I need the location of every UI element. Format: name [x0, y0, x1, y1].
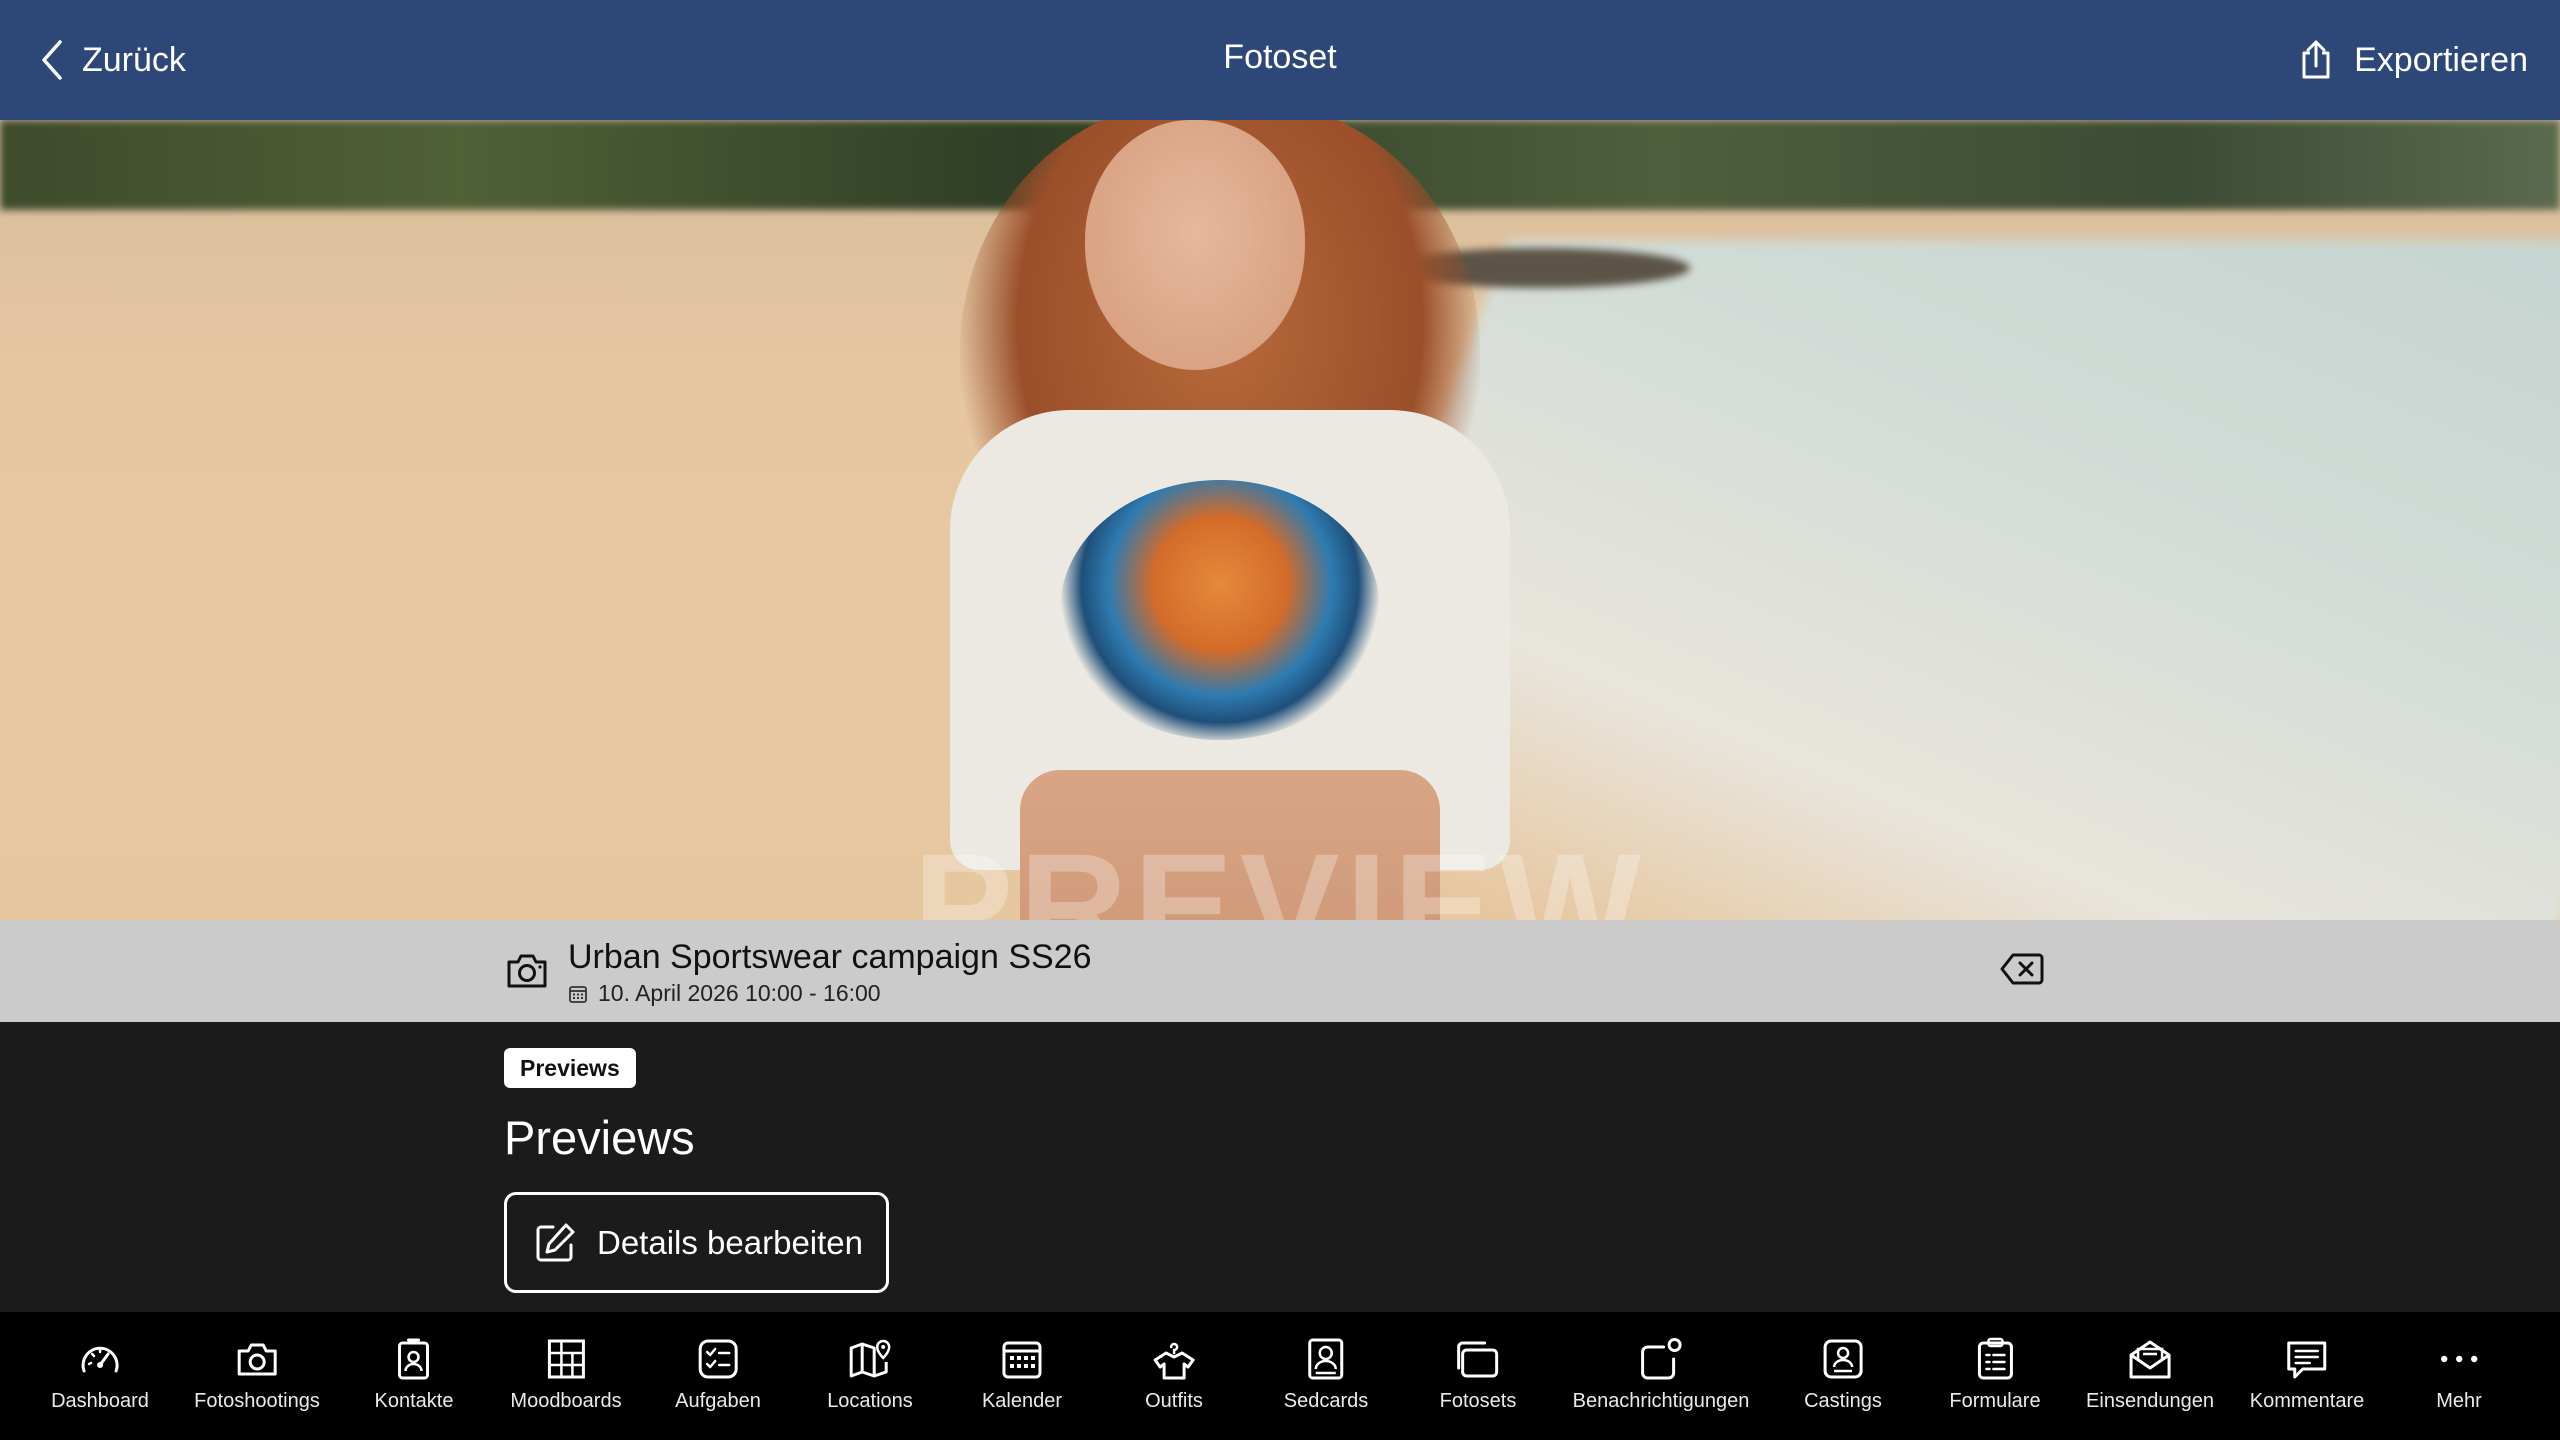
tab-label: Kommentare: [2249, 1390, 2365, 1412]
back-button[interactable]: Zurück: [40, 30, 186, 90]
comment-icon: [2285, 1336, 2329, 1382]
photo-shirt-print: [1060, 480, 1380, 740]
bottom-tab-bar: Dashboard Fotoshootings Kontakte Moodboa…: [0, 1312, 2560, 1440]
casting-badge-icon: [1822, 1336, 1864, 1382]
tab-label: Aufgaben: [675, 1390, 761, 1412]
tab-dashboard[interactable]: Dashboard: [51, 1312, 149, 1440]
tab-label: Kalender: [981, 1390, 1063, 1412]
shooting-date: 10. April 2026 10:00 - 16:00: [598, 980, 881, 1006]
tab-label: Fotosets: [1439, 1390, 1517, 1412]
tab-kontakte[interactable]: Kontakte: [374, 1312, 454, 1440]
photo-model-face: [1085, 120, 1305, 370]
tab-outfits[interactable]: Outfits: [1145, 1312, 1203, 1440]
tab-formulare[interactable]: Formulare: [1949, 1312, 2041, 1440]
tab-label: Formulare: [1949, 1390, 2041, 1412]
tab-label: Kontakte: [374, 1390, 454, 1412]
back-label: Zurück: [82, 40, 186, 79]
tab-sedcards[interactable]: Sedcards: [1283, 1312, 1369, 1440]
tab-label: Fotoshootings: [194, 1390, 320, 1412]
shooting-name: Urban Sportswear campaign SS26: [568, 938, 1092, 976]
shirt-hanger-icon: [1151, 1336, 1197, 1382]
map-pin-icon: [848, 1336, 892, 1382]
fotoset-details: Previews Previews Details bearbeiten: [0, 1022, 2560, 1312]
clipboard-form-icon: [1976, 1336, 2014, 1382]
photo-preview[interactable]: PREVIEW: [0, 120, 2560, 920]
photo-stack-icon: [1455, 1336, 1501, 1382]
export-button[interactable]: Exportieren: [2298, 30, 2528, 90]
tab-label: Einsendungen: [2086, 1390, 2214, 1412]
tab-kalender[interactable]: Kalender: [982, 1312, 1062, 1440]
tab-label: Moodboards: [510, 1390, 622, 1412]
envelope-open-icon: [2127, 1336, 2173, 1382]
chevron-left-icon: [40, 39, 64, 81]
tab-label: Dashboard: [51, 1390, 149, 1412]
calendar-small-icon: [568, 984, 588, 1004]
tab-moodboards[interactable]: Moodboards: [510, 1312, 622, 1440]
page-title: Fotoset: [1223, 38, 1337, 76]
checklist-icon: [697, 1336, 739, 1382]
tab-fotosets[interactable]: Fotosets: [1439, 1312, 1517, 1440]
preview-watermark: PREVIEW: [913, 822, 1647, 920]
status-badge: Previews: [504, 1048, 636, 1088]
calendar-icon: [1001, 1336, 1043, 1382]
export-label: Exportieren: [2354, 40, 2528, 79]
remove-shooting-icon[interactable]: [2000, 952, 2044, 986]
tab-castings[interactable]: Castings: [1804, 1312, 1882, 1440]
tab-kommentare[interactable]: Kommentare: [2249, 1312, 2365, 1440]
camera-icon: [505, 950, 549, 990]
gauge-icon: [78, 1336, 122, 1382]
shooting-date-row: 10. April 2026 10:00 - 16:00: [568, 980, 881, 1007]
share-icon: [2298, 39, 2334, 81]
portrait-card-icon: [1307, 1336, 1345, 1382]
tab-label: Outfits: [1145, 1390, 1203, 1412]
tab-label: Castings: [1804, 1390, 1882, 1412]
shooting-info-bar[interactable]: Urban Sportswear campaign SS26 10. April…: [0, 920, 2560, 1022]
tab-locations[interactable]: Locations: [827, 1312, 913, 1440]
camera-icon: [235, 1336, 279, 1382]
tab-fotoshootings[interactable]: Fotoshootings: [194, 1312, 320, 1440]
fotoset-heading: Previews: [504, 1111, 695, 1164]
tab-label: Mehr: [2436, 1390, 2482, 1412]
tab-benachrichtigungen[interactable]: Benachrichtigungen: [1572, 1312, 1750, 1440]
tab-label: Locations: [827, 1390, 913, 1412]
moodboard-grid-icon: [546, 1336, 586, 1382]
notification-icon: [1638, 1336, 1684, 1382]
tab-label: Sedcards: [1283, 1390, 1369, 1412]
top-navigation-bar: Zurück Fotoset Exportieren: [0, 0, 2560, 120]
edit-pencil-icon: [533, 1221, 577, 1265]
edit-details-label: Details bearbeiten: [597, 1223, 863, 1261]
contact-card-icon: [397, 1336, 431, 1382]
tab-mehr[interactable]: Mehr: [2436, 1312, 2482, 1440]
more-dots-icon: [2439, 1336, 2479, 1382]
tab-einsendungen[interactable]: Einsendungen: [2086, 1312, 2214, 1440]
tab-aufgaben[interactable]: Aufgaben: [675, 1312, 761, 1440]
tab-label: Benachrichtigungen: [1572, 1390, 1750, 1412]
edit-details-button[interactable]: Details bearbeiten: [504, 1192, 889, 1293]
